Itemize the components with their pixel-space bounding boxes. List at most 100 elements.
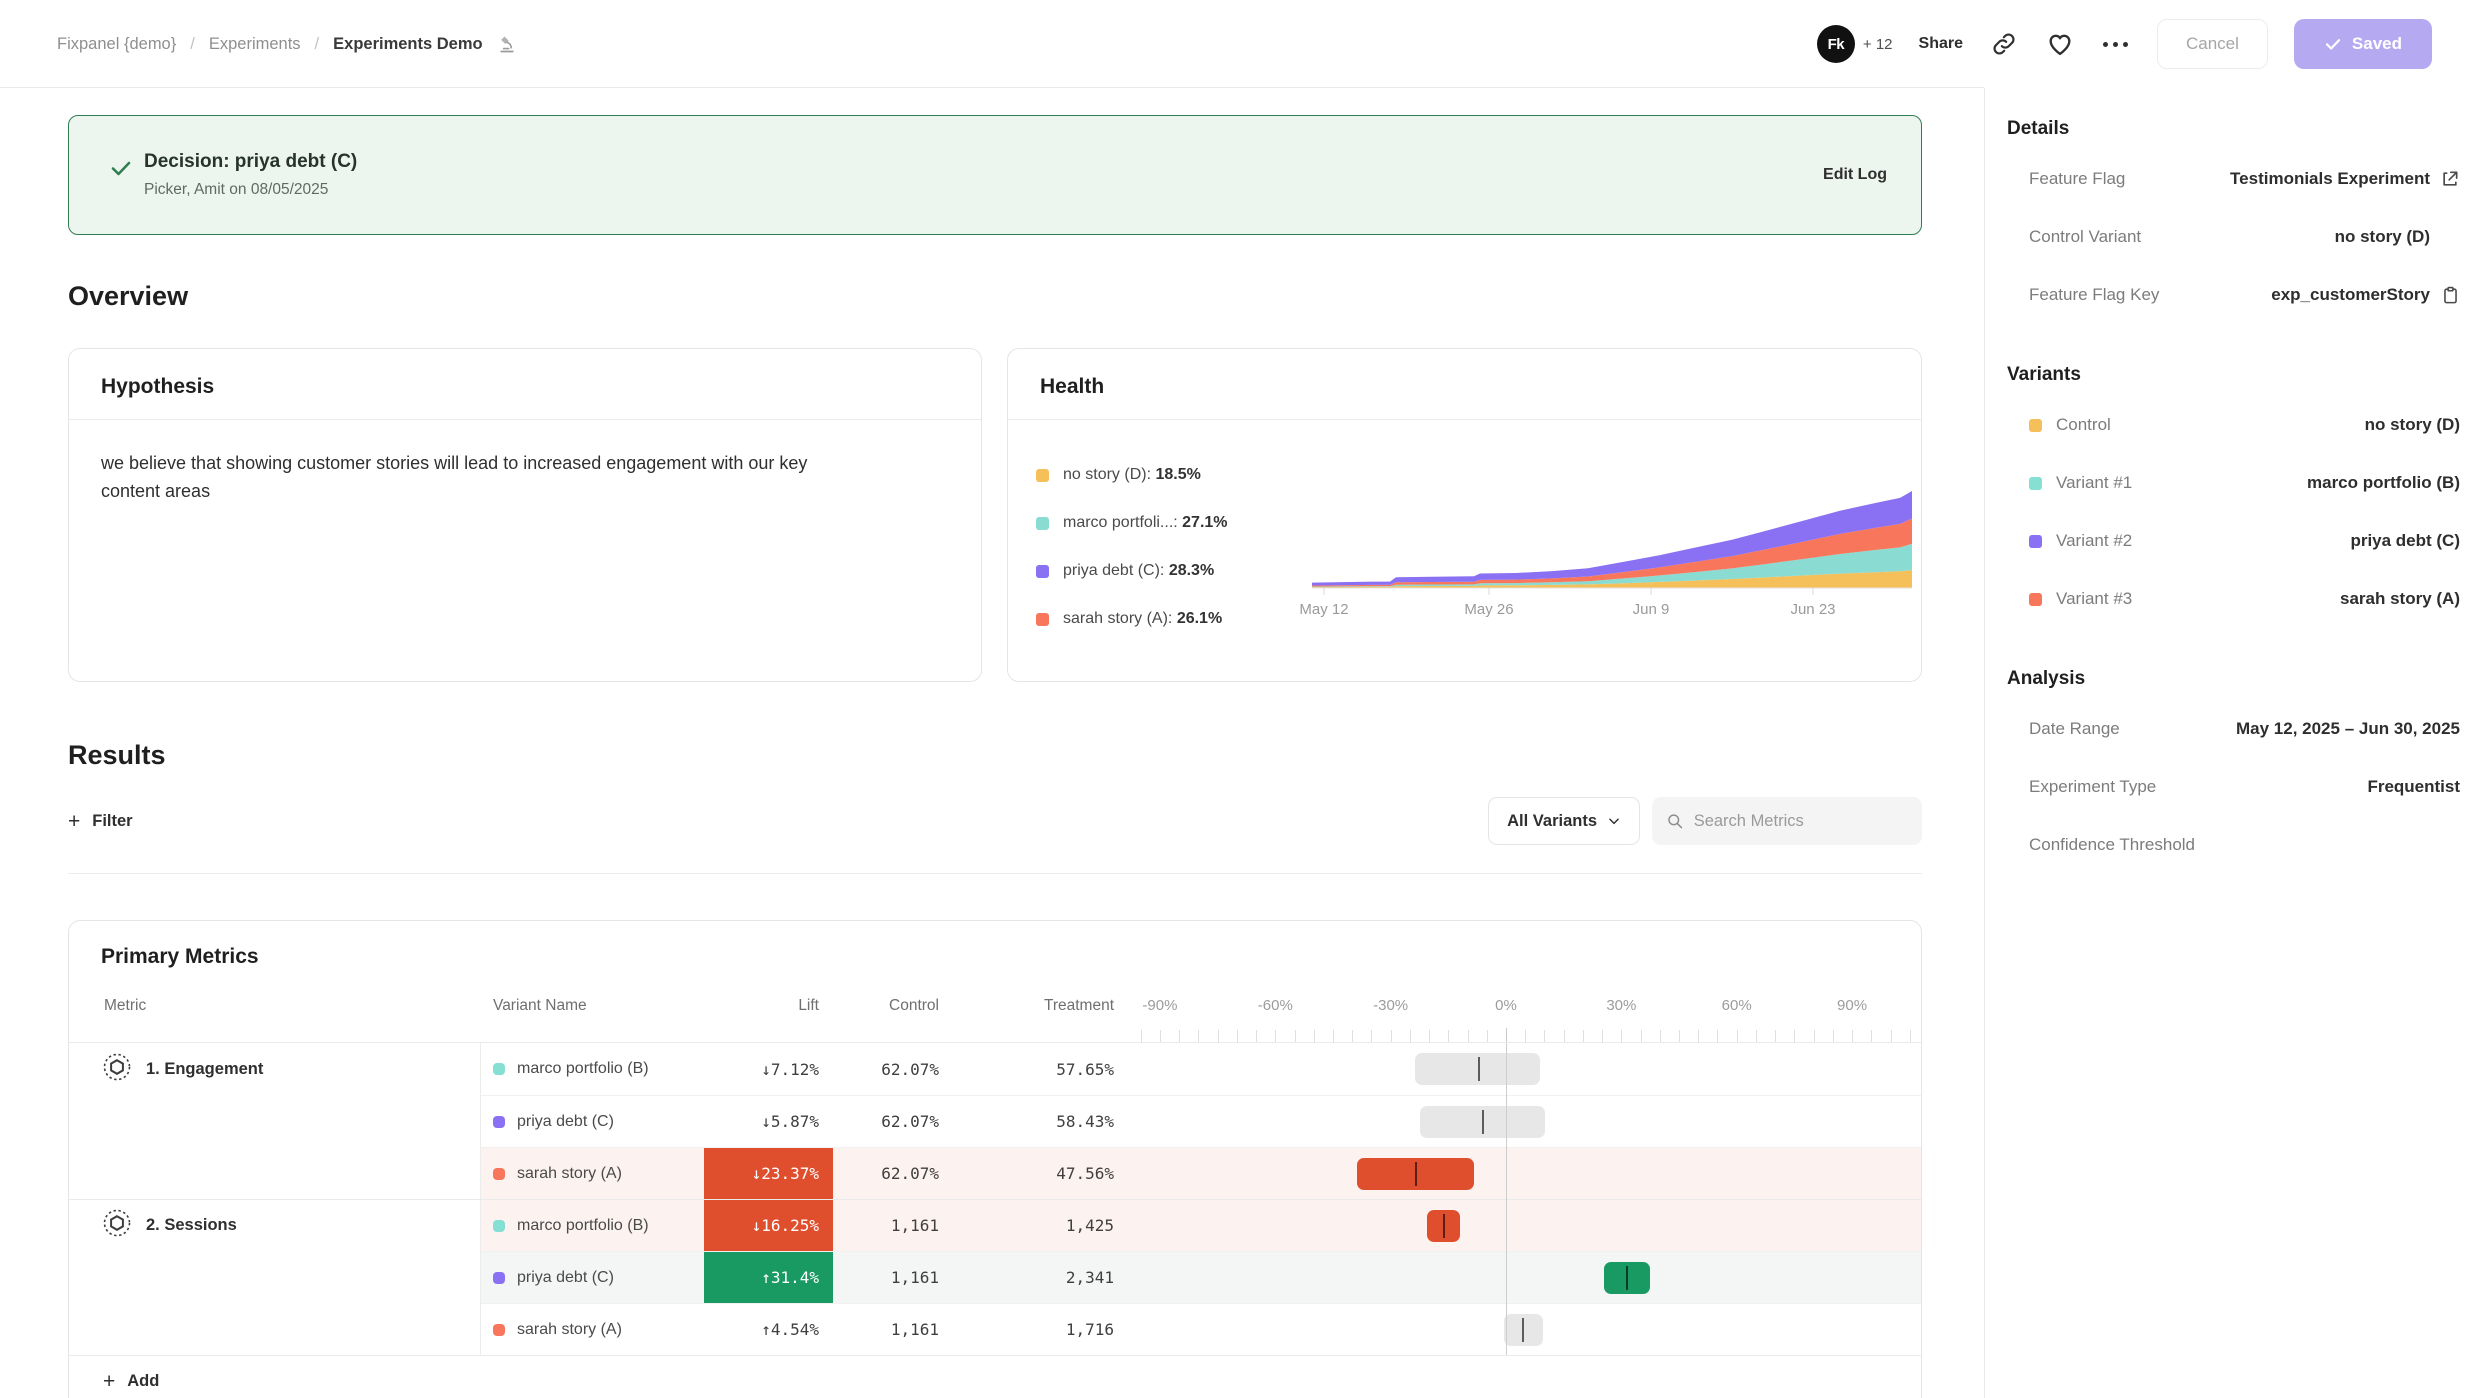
confidence-interval-cell [1128,1148,1922,1199]
metric-cell [69,1303,481,1355]
variant-name: priya debt (C) [517,1113,614,1131]
axis-tick [1910,1030,1911,1042]
legend-label: no story (D): 18.5% [1063,466,1201,484]
axis-tick [1525,1030,1526,1042]
metrics-table-footer: + Add [69,1355,1921,1392]
search-metrics-input[interactable] [1694,812,1908,831]
axis-tick [1410,1030,1411,1042]
collaborator-count: + 12 [1863,36,1893,53]
variant-cell[interactable]: marco portfolio (B) [481,1043,704,1095]
axis-tick-label: 30% [1606,997,1636,1014]
variant-row: Controlno story (D) [2029,396,2460,454]
metric-row-data: marco portfolio (B)↓7.12%62.07%57.65% [481,1043,1922,1095]
legend-value: 28.3% [1169,562,1214,579]
avatar[interactable]: Fk [1817,25,1855,63]
mean-lift-marker [1478,1057,1480,1081]
decision-meta: Picker, Amit on 08/05/2025 [144,181,357,199]
share-button[interactable]: Share [1919,35,1963,53]
axis-tick [1717,1030,1718,1042]
metric-row: 2. Sessionsmarco portfolio (B)↓16.25%1,1… [69,1199,1921,1251]
control-cell: 1,161 [833,1304,953,1355]
favorite-heart-icon[interactable] [2045,29,2075,59]
hypothesis-text: we believe that showing customer stories… [69,420,869,536]
variant-cell[interactable]: priya debt (C) [481,1096,704,1147]
variant-name: priya debt (C) [517,1269,614,1287]
lift-axis-header: -90%-60%-30%0%30%60%90% [1128,987,1922,1042]
more-options-icon[interactable] [2101,29,2131,59]
legend-label: sarah story (A): 26.1% [1063,610,1222,628]
confidence-interval-bar[interactable] [1427,1210,1460,1242]
axis-tick [1198,1030,1199,1042]
variant-color-chip [2029,535,2042,548]
metric-name: 1. Engagement [146,1060,263,1079]
collaborators[interactable]: Fk + 12 [1817,25,1893,63]
external-link-icon[interactable] [2430,169,2460,189]
chevron-down-icon [1607,814,1621,828]
treatment-cell: 57.65% [953,1043,1128,1095]
add-filter-button[interactable]: + Filter [68,811,133,832]
confidence-interval-bar[interactable] [1420,1106,1545,1138]
axis-tick-label: 0% [1495,997,1517,1014]
variant-cell[interactable]: marco portfolio (B) [481,1200,704,1251]
variant-cell[interactable]: priya debt (C) [481,1252,704,1303]
mean-lift-marker [1443,1214,1445,1238]
variant-color-chip [493,1063,505,1075]
add-metric-button[interactable]: + Add [103,1371,1921,1392]
axis-tick [1679,1030,1680,1042]
variant-row: Variant #1marco portfolio (B) [2029,454,2460,512]
variant-color-chip [2029,593,2042,606]
confidence-interval-bar[interactable] [1504,1314,1542,1346]
variant-cell[interactable]: sarah story (A) [481,1304,704,1355]
breadcrumb-project[interactable]: Fixpanel {demo} [57,35,176,54]
variants-filter-dropdown[interactable]: All Variants [1488,797,1640,845]
main-content: Decision: priya debt (C) Picker, Amit on… [0,88,1984,1398]
saved-button[interactable]: Saved [2294,19,2432,69]
analysis-section: Analysis Date RangeMay 12, 2025 – Jun 30… [2007,668,2460,874]
variant-value: priya debt (C) [2350,531,2460,551]
mean-lift-marker [1626,1266,1628,1290]
results-toolbar: + Filter All Variants [68,785,1922,857]
treatment-cell: 2,341 [953,1252,1128,1303]
control-cell: 62.07% [833,1043,953,1095]
axis-tick [1160,1030,1161,1042]
breadcrumb-experiments[interactable]: Experiments [209,35,301,54]
metric-cell [69,1251,481,1303]
analysis-heading: Analysis [2007,668,2460,690]
legend-label: priya debt (C): 28.3% [1063,562,1214,580]
health-legend-item: marco portfoli...: 27.1% [1036,514,1312,532]
header-actions: Fk + 12 Share Cancel Saved [1817,0,2432,88]
health-legend-item: priya debt (C): 28.3% [1036,562,1312,580]
metric-row: sarah story (A)↓23.37%62.07%47.56% [69,1147,1921,1199]
lift-cell: ↓23.37% [704,1148,833,1199]
lift-cell: ↑31.4% [704,1252,833,1303]
confidence-interval-bar[interactable] [1415,1053,1540,1085]
axis-tick [1852,1030,1853,1042]
confidence-interval-bar[interactable] [1357,1158,1474,1190]
breadcrumb-separator: / [315,35,320,54]
copy-link-icon[interactable] [1989,29,2019,59]
confidence-interval-cell [1128,1304,1922,1355]
metric-row: sarah story (A)↑4.54%1,1611,716 [69,1303,1921,1355]
variant-slot-label: Control [2029,415,2111,435]
confidence-interval-cell [1128,1096,1922,1147]
detail-label: Feature Flag [2029,169,2125,189]
axis-tick [1833,1030,1834,1042]
variant-name: marco portfolio (B) [517,1060,649,1078]
axis-tick [1371,1030,1372,1042]
axis-tick-label: -60% [1258,997,1293,1014]
cancel-button[interactable]: Cancel [2157,19,2268,69]
analysis-row: Date RangeMay 12, 2025 – Jun 30, 2025 [2029,700,2460,758]
metric-target-icon [102,1052,132,1087]
clipboard-icon[interactable] [2430,286,2460,305]
variant-cell[interactable]: sarah story (A) [481,1148,704,1199]
mean-lift-marker [1415,1162,1417,1186]
metrics-table: Metric Variant Name Lift Control Treatme… [69,987,1921,1392]
detail-label: Control Variant [2029,227,2141,247]
results-heading: Results [68,740,1922,771]
confidence-interval-bar[interactable] [1604,1262,1650,1294]
legend-color-chip [1036,469,1049,482]
variant-slot-label: Variant #3 [2029,589,2132,609]
control-cell: 62.07% [833,1148,953,1199]
edit-log-link[interactable]: Edit Log [1823,166,1887,184]
col-header-variant: Variant Name [481,987,704,1042]
